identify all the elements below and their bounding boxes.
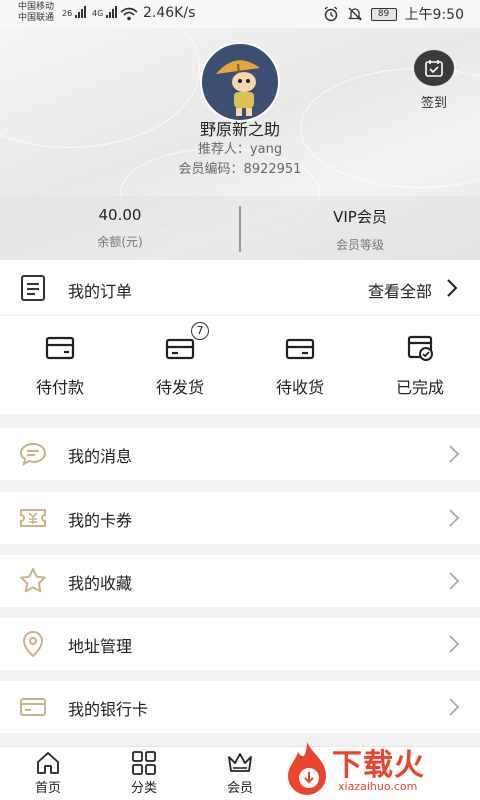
message-icon — [19, 442, 47, 467]
signal-2-tag: 4G — [92, 9, 104, 18]
calendar-icon — [425, 60, 443, 77]
tab-categories[interactable]: 分类 — [96, 751, 192, 796]
avatar[interactable] — [200, 42, 280, 122]
signal-2-icon: 4G — [92, 6, 118, 18]
balance-stat[interactable]: 40.00 余额(元) — [0, 206, 240, 250]
wallet-icon — [45, 336, 75, 360]
member-level-label: 会员等级 — [335, 238, 384, 252]
watermark-text: 下载火 — [332, 748, 425, 783]
battery-icon: 89 — [370, 7, 397, 21]
signal-1-icon: 26 — [62, 6, 87, 18]
package-icon — [165, 338, 195, 360]
order-pending-receipt[interactable]: 待收货 — [240, 328, 360, 398]
checkin-label: 签到 — [420, 96, 447, 111]
menu-label: 我的卡券 — [68, 511, 133, 530]
carrier-2: 中国联通 — [18, 13, 55, 23]
username: 野原新之助 — [199, 120, 280, 139]
order-icon-wrap: 7 — [164, 322, 209, 362]
order-pending-shipment[interactable]: 7 待发货 — [120, 322, 240, 398]
chevron-right-icon — [449, 635, 460, 653]
member-number: 会员编码：8922951 — [178, 162, 302, 177]
balance-value: 40.00 — [98, 206, 142, 224]
clock: 上午9:50 — [404, 7, 464, 23]
order-label: 待发货 — [155, 378, 204, 397]
grid-icon — [132, 751, 156, 775]
watermark-url: xiazaihuo.com — [338, 780, 418, 793]
menu-item-coupons[interactable]: 我的卡券 — [0, 492, 480, 544]
member-level-stat[interactable]: VIP会员 会员等级 — [240, 206, 480, 253]
chevron-right-icon — [447, 279, 458, 297]
crown-icon — [228, 753, 252, 772]
menu-item-bank-cards[interactable]: 我的银行卡 — [0, 681, 480, 733]
order-pending-payment[interactable]: 待付款 — [0, 328, 120, 398]
menu-label: 我的消息 — [68, 447, 133, 466]
balance-label: 余额(元) — [97, 235, 143, 249]
completed-box-icon — [407, 335, 433, 361]
account-stats: 40.00 余额(元) VIP会员 会员等级 — [0, 196, 480, 260]
profile-header: 签到 野原新之助 推荐人：yang 会员编码：8922951 40.00 余额(… — [0, 28, 480, 260]
shipment-count-badge: 7 — [191, 322, 209, 340]
orders-section: 我的订单 查看全部 待付款 7 待发货 待收货 已完成 — [0, 260, 480, 414]
coupon-icon — [20, 509, 46, 527]
star-icon — [20, 568, 46, 593]
order-label: 待付款 — [35, 378, 84, 397]
signal-1-tag: 26 — [62, 9, 73, 18]
menu-label: 我的银行卡 — [68, 700, 149, 719]
menu-label: 我的收藏 — [68, 574, 133, 593]
delivery-box-icon — [285, 338, 315, 360]
order-label: 待收货 — [275, 378, 324, 397]
mute-icon — [347, 7, 362, 21]
status-bar: 中国移动 中国联通 26 4G 2.46K/s 89 上午9:50 — [0, 0, 480, 28]
tab-home[interactable]: 首页 — [0, 751, 96, 796]
tab-label: 分类 — [130, 781, 157, 796]
order-label: 已完成 — [395, 378, 444, 397]
home-icon — [37, 752, 59, 774]
chevron-right-icon — [449, 698, 460, 716]
location-icon — [22, 630, 44, 658]
menu-item-favorites[interactable]: 我的收藏 — [0, 555, 480, 607]
network-speed: 2.46K/s — [143, 5, 196, 21]
watermark-logo: 下载火 xiazaihuo.com — [282, 736, 480, 800]
avatar-image — [216, 60, 260, 116]
alarm-icon — [324, 6, 337, 22]
member-level-value: VIP会员 — [333, 208, 387, 226]
menu-item-addresses[interactable]: 地址管理 — [0, 618, 480, 670]
tab-label: 首页 — [34, 781, 61, 796]
view-all-orders-link[interactable]: 查看全部 — [368, 278, 432, 302]
checkin-icon-wrap — [414, 50, 454, 86]
order-completed[interactable]: 已完成 — [360, 328, 480, 398]
chevron-right-icon — [449, 445, 460, 463]
menu-label: 地址管理 — [68, 637, 133, 656]
carrier-1: 中国移动 — [18, 2, 55, 12]
bank-card-icon — [20, 698, 46, 716]
tab-label: 会员 — [226, 781, 253, 796]
orders-header[interactable]: 我的订单 查看全部 — [0, 260, 480, 316]
referrer: 推荐人：yang — [197, 142, 283, 157]
orders-title: 我的订单 — [68, 282, 133, 301]
chevron-right-icon — [449, 509, 460, 527]
menu-item-messages[interactable]: 我的消息 — [0, 428, 480, 480]
order-list-icon — [21, 275, 45, 301]
tab-member[interactable]: 会员 — [192, 751, 288, 796]
carrier-info: 中国移动 中国联通 — [18, 2, 54, 24]
flame-icon — [288, 742, 326, 795]
chevron-right-icon — [449, 572, 460, 590]
checkin-button[interactable]: 签到 — [414, 50, 454, 111]
wifi-icon — [120, 7, 138, 21]
